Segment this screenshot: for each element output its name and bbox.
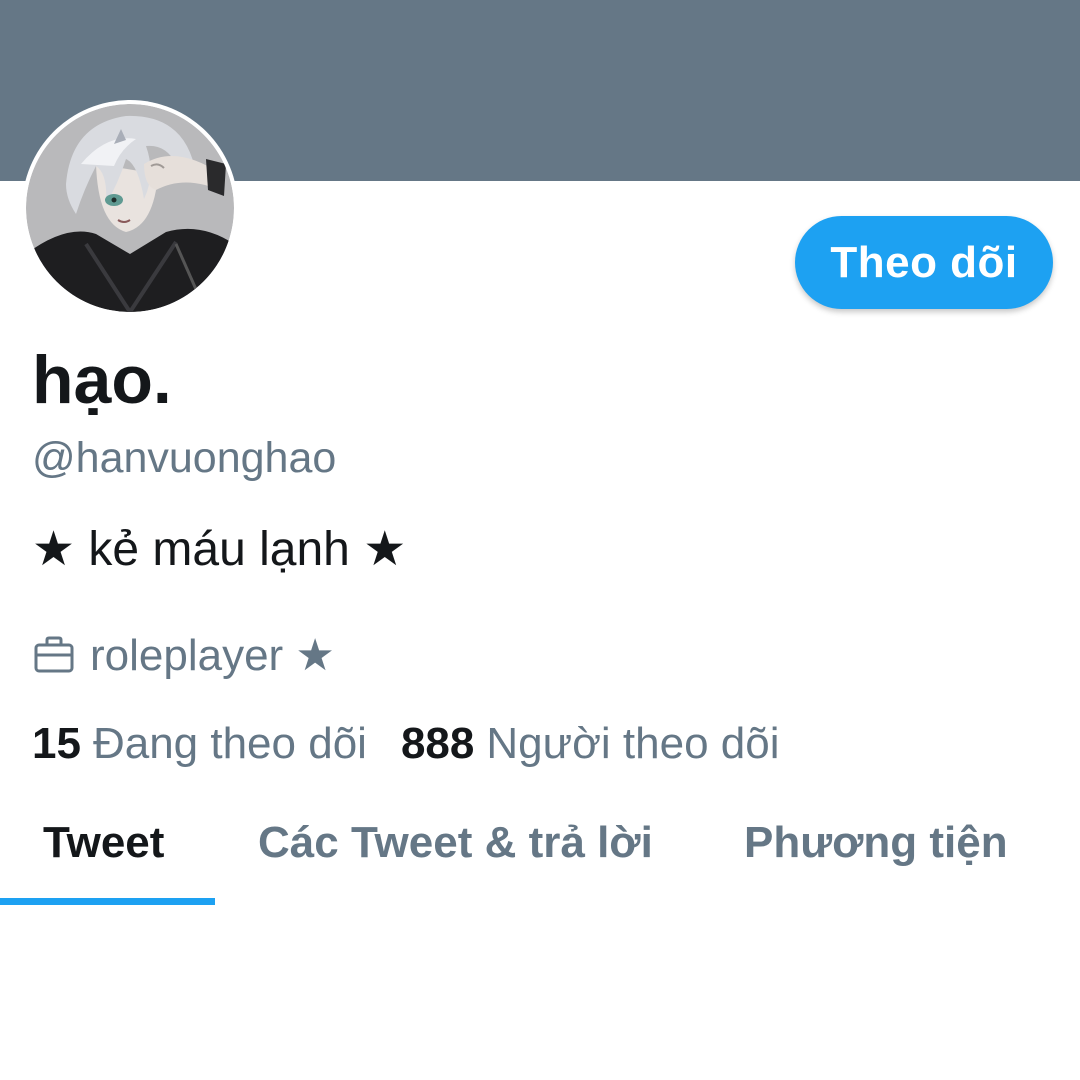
profession-row: roleplayer ★ xyxy=(32,625,335,685)
following-label: Đang theo dõi xyxy=(92,719,367,768)
followers-count: 888 xyxy=(400,719,475,768)
follow-stats: 15 Đang theo dõi 888 Người theo dõi xyxy=(32,714,814,774)
following-count: 15 xyxy=(32,719,81,768)
active-tab-indicator xyxy=(0,898,215,905)
briefcase-icon xyxy=(32,633,76,677)
profile-avatar[interactable] xyxy=(22,100,238,316)
tab-tweets[interactable]: Tweet xyxy=(43,790,164,896)
user-handle: @hanvuonghao xyxy=(32,434,337,482)
followers-label: Người theo dõi xyxy=(486,719,780,768)
profile-bio: ★ kẻ máu lạnh ★ xyxy=(32,523,407,576)
tab-tweets-and-replies[interactable]: Các Tweet & trả lời xyxy=(258,790,653,896)
follow-button[interactable]: Theo dõi xyxy=(795,216,1053,309)
profile-page: Theo dõi hạo. @hanvuonghao ★ kẻ máu lạnh… xyxy=(0,0,1080,1080)
display-name: hạo. xyxy=(32,342,172,418)
following-stat[interactable]: 15 Đang theo dõi xyxy=(32,719,367,769)
anime-character-avatar-icon xyxy=(26,104,234,312)
tab-media[interactable]: Phương tiện xyxy=(744,790,1008,896)
followers-stat[interactable]: 888 Người theo dõi xyxy=(401,719,780,769)
profile-tabs: Tweet Các Tweet & trả lời Phương tiện xyxy=(0,790,1080,906)
profession-text: roleplayer ★ xyxy=(90,630,335,680)
